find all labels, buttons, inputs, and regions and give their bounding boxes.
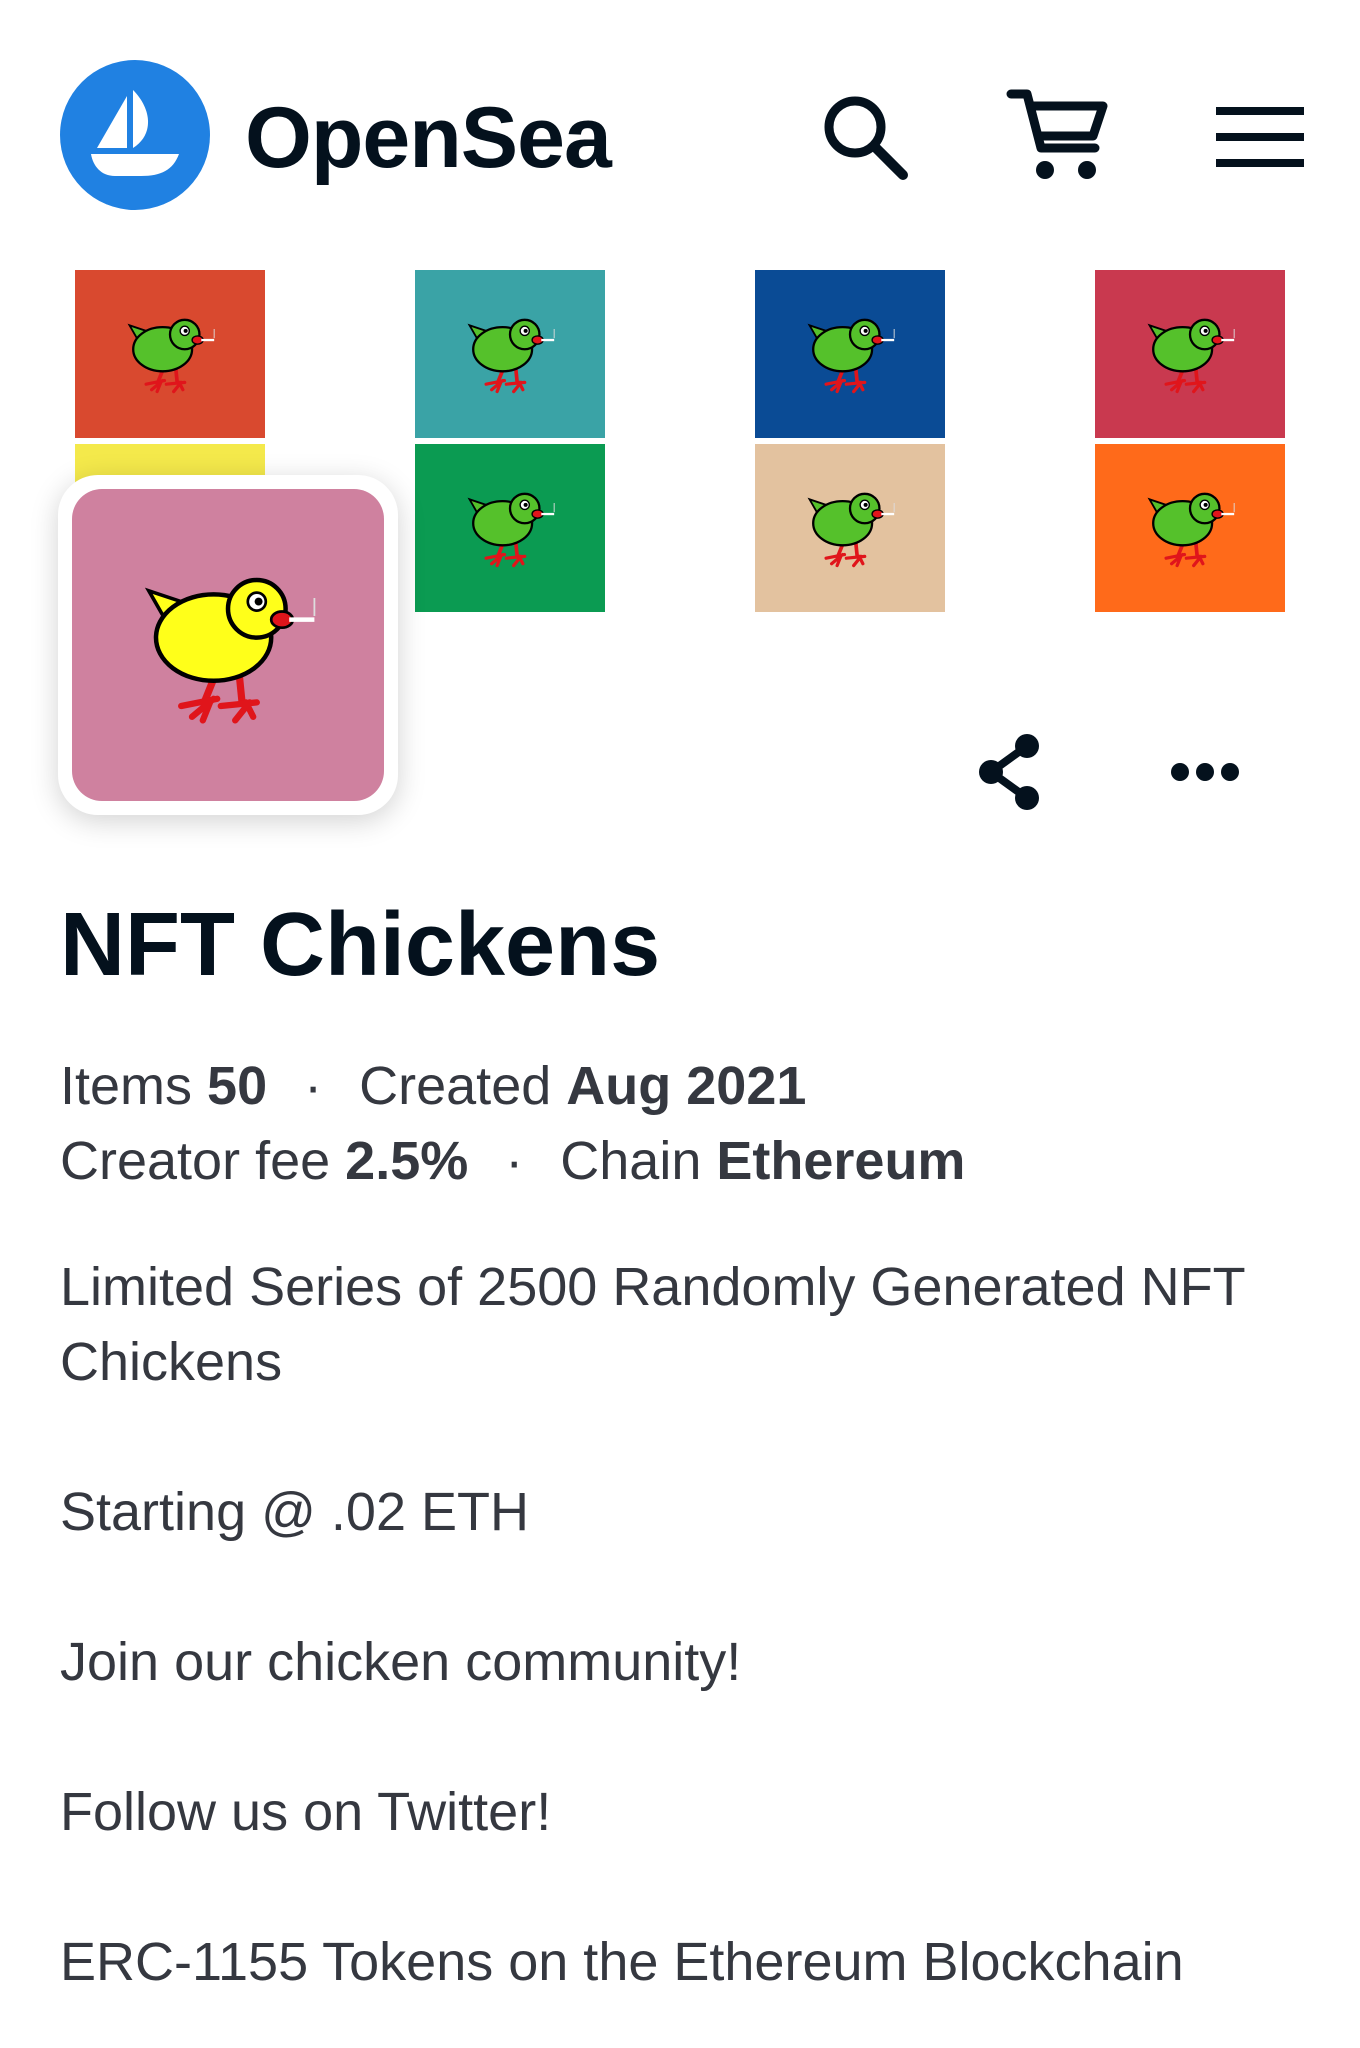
search-icon[interactable]: [810, 82, 920, 192]
collection-avatar[interactable]: [58, 475, 398, 815]
collection-title: NFT Chickens: [60, 895, 661, 995]
avatar-image: [72, 489, 384, 801]
more-dots-icon[interactable]: [1155, 722, 1255, 822]
share-icon[interactable]: [960, 722, 1060, 822]
items-value: 50: [207, 1056, 268, 1116]
chicken-icon: [1144, 484, 1236, 573]
chain-value: Ethereum: [716, 1131, 966, 1191]
hamburger-menu-icon[interactable]: [1205, 82, 1315, 192]
collection-page: OpenSea NFT Chickens Items 50 · Created …: [0, 0, 1360, 2048]
banner-tile: [415, 444, 605, 612]
brand-name[interactable]: OpenSea: [245, 88, 612, 188]
description-line: ERC-1155 Tokens on the Ethereum Blockcha…: [60, 1932, 1184, 1992]
creator-fee-value: 2.5%: [345, 1131, 469, 1191]
banner-tile: [1095, 270, 1285, 438]
meta-separator: ·: [505, 1131, 524, 1191]
description-line: Limited Series of 2500 Randomly Generate…: [60, 1257, 1245, 1392]
chicken-icon: [804, 310, 896, 399]
collection-meta-row-2: Creator fee 2.5% · Chain Ethereum: [60, 1125, 1300, 1197]
opensea-logo-icon[interactable]: [60, 60, 210, 210]
items-label: Items: [60, 1056, 193, 1116]
banner-tile: [415, 270, 605, 438]
description-line: Follow us on Twitter!: [60, 1782, 552, 1842]
chicken-icon: [124, 310, 216, 399]
chain-label: Chain: [560, 1131, 702, 1191]
banner-tile: [75, 270, 265, 438]
description-line: Starting @ .02 ETH: [60, 1482, 529, 1542]
description-line: Join our chicken community!: [60, 1632, 742, 1692]
chicken-icon: [464, 310, 556, 399]
banner-tile: [755, 270, 945, 438]
top-nav: OpenSea: [0, 0, 1360, 260]
chicken-icon: [138, 562, 318, 729]
created-label: Created: [359, 1056, 552, 1116]
banner-tile: [1095, 444, 1285, 612]
created-value: Aug 2021: [566, 1056, 807, 1116]
chicken-icon: [804, 484, 896, 573]
banner-tile: [755, 444, 945, 612]
chicken-icon: [464, 484, 556, 573]
meta-separator: ·: [304, 1056, 323, 1116]
creator-fee-label: Creator fee: [60, 1131, 331, 1191]
collection-meta-row-1: Items 50 · Created Aug 2021: [60, 1050, 1300, 1122]
cart-icon[interactable]: [1005, 82, 1115, 192]
chicken-icon: [1144, 310, 1236, 399]
